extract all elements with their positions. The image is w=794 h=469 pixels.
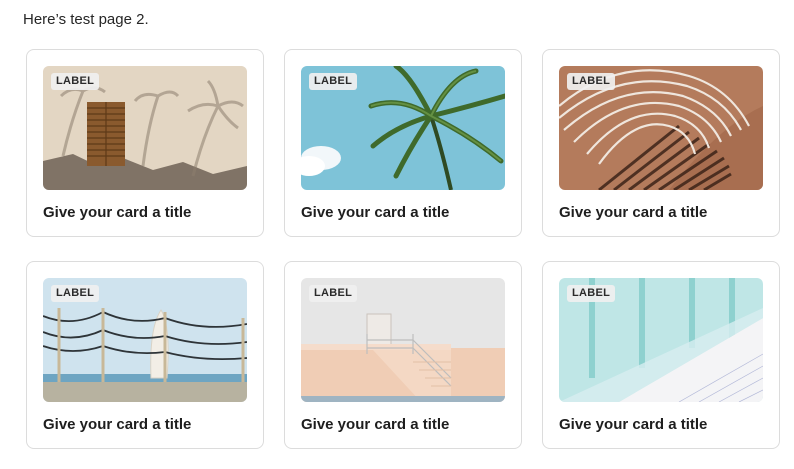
card[interactable]: LABEL Give your card a title bbox=[542, 261, 780, 449]
intro-text: Here’s test page 2. bbox=[23, 11, 149, 28]
card-title: Give your card a title bbox=[43, 416, 192, 433]
card-title: Give your card a title bbox=[559, 204, 708, 221]
card-label: LABEL bbox=[309, 73, 358, 90]
card-title: Give your card a title bbox=[301, 204, 450, 221]
card-image: LABEL bbox=[301, 66, 505, 190]
card-image: LABEL bbox=[559, 66, 763, 190]
card-label: LABEL bbox=[51, 73, 100, 90]
card[interactable]: LABEL Give your card a title bbox=[26, 261, 264, 449]
card-title: Give your card a title bbox=[301, 416, 450, 433]
card-title: Give your card a title bbox=[559, 416, 708, 433]
card[interactable]: LABEL Give your card a title bbox=[284, 261, 522, 449]
card[interactable]: LABEL Give your card a title bbox=[26, 49, 264, 237]
card-image: LABEL bbox=[559, 278, 763, 402]
card-image: LABEL bbox=[301, 278, 505, 402]
card-grid: LABEL Give your card a title LABEL Give … bbox=[26, 49, 780, 449]
card[interactable]: LABEL Give your card a title bbox=[284, 49, 522, 237]
card[interactable]: LABEL Give your card a title bbox=[542, 49, 780, 237]
card-label: LABEL bbox=[567, 285, 616, 302]
card-label: LABEL bbox=[567, 73, 616, 90]
card-image: LABEL bbox=[43, 66, 247, 190]
card-image: LABEL bbox=[43, 278, 247, 402]
card-label: LABEL bbox=[309, 285, 358, 302]
card-title: Give your card a title bbox=[43, 204, 192, 221]
card-label: LABEL bbox=[51, 285, 100, 302]
